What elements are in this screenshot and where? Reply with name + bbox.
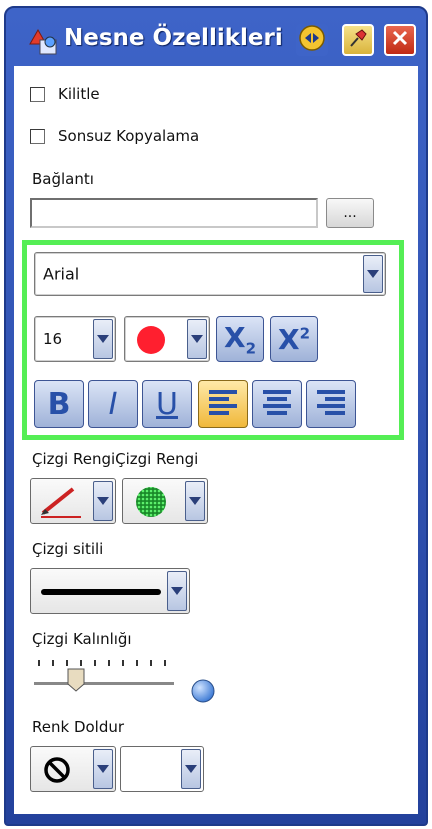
- font-value: Arial: [43, 264, 80, 284]
- subscript-icon: X2: [224, 321, 256, 358]
- window-title: Nesne Özellikleri: [64, 25, 283, 51]
- solid-line-icon: [41, 589, 161, 595]
- text-color-dropdown-button[interactable]: [187, 319, 207, 359]
- subscript-index: 2: [245, 339, 257, 358]
- superscript-index: 2: [299, 324, 311, 343]
- italic-button[interactable]: I: [88, 380, 138, 428]
- chevron-down-icon: [185, 765, 197, 773]
- chevron-down-icon: [97, 765, 109, 773]
- fill-label: Renk Doldur: [32, 718, 125, 736]
- properties-panel: Kilitle Sonsuz Kopyalama Bağlantı ... Ar…: [14, 66, 418, 814]
- no-fill-icon: [41, 755, 73, 789]
- font-size-value: 16: [43, 330, 63, 348]
- pen-color-dropdown-button[interactable]: [93, 481, 113, 521]
- superscript-icon: X2: [278, 323, 310, 356]
- dotted-circle-icon: [133, 485, 169, 523]
- line-style-combo[interactable]: [30, 568, 190, 614]
- superscript-button[interactable]: X2: [270, 316, 318, 362]
- browse-button[interactable]: ...: [326, 198, 374, 228]
- chevron-down-icon: [191, 335, 203, 343]
- superscript-glyph: X: [277, 322, 300, 356]
- chevron-down-icon: [367, 270, 379, 278]
- align-left-button[interactable]: [198, 380, 248, 428]
- pen-icon: [37, 485, 87, 523]
- italic-icon: I: [108, 386, 118, 422]
- fill-color-dropdown-button[interactable]: [185, 481, 205, 521]
- chevron-down-icon: [171, 587, 183, 595]
- font-size-dropdown-button[interactable]: [93, 319, 113, 359]
- text-color-swatch-icon: [135, 325, 167, 359]
- browse-label: ...: [343, 205, 357, 221]
- text-color-combo[interactable]: [124, 316, 210, 362]
- subscript-button[interactable]: X2: [216, 316, 264, 362]
- line-color-label: Çizgi RengiÇizgi Rengi: [32, 450, 199, 468]
- fill-color-swatch-combo[interactable]: [120, 746, 204, 792]
- bold-icon: B: [47, 386, 71, 422]
- link-label: Bağlantı: [32, 170, 94, 188]
- fill-mode-dropdown-button[interactable]: [93, 749, 113, 789]
- properties-window: Nesne Özellikleri Kilitle Sonsuz Kopyala…: [4, 6, 428, 826]
- line-style-label: Çizgi sitili: [32, 540, 104, 558]
- dock-icon: [297, 23, 327, 57]
- underline-button[interactable]: U: [142, 380, 192, 428]
- align-center-button[interactable]: [252, 380, 302, 428]
- fill-color-combo[interactable]: [122, 478, 208, 524]
- chevron-down-icon: [97, 335, 109, 343]
- fill-mode-combo[interactable]: [30, 746, 116, 792]
- infinite-copy-label: Sonsuz Kopyalama: [58, 127, 200, 145]
- lock-checkbox[interactable]: [30, 87, 45, 102]
- close-icon: [389, 27, 411, 53]
- chevron-down-icon: [97, 497, 109, 505]
- dock-button[interactable]: [296, 24, 328, 56]
- link-input[interactable]: [30, 198, 318, 228]
- line-style-dropdown-button[interactable]: [167, 571, 187, 611]
- font-dropdown-button[interactable]: [363, 255, 383, 293]
- align-right-icon: [313, 385, 349, 423]
- line-width-label: Çizgi Kalınlığı: [32, 630, 132, 648]
- object-shapes-icon: [28, 28, 62, 58]
- infinite-copy-checkbox[interactable]: [30, 129, 45, 144]
- font-size-combo[interactable]: 16: [34, 316, 116, 362]
- pin-button[interactable]: [342, 24, 374, 56]
- underline-icon: U: [156, 386, 178, 422]
- title-bar[interactable]: Nesne Özellikleri: [6, 8, 426, 66]
- bold-button[interactable]: B: [34, 380, 84, 428]
- pen-color-combo[interactable]: [30, 478, 116, 524]
- line-width-preview-icon: [190, 678, 216, 708]
- pin-icon: [346, 26, 370, 54]
- subscript-glyph: X: [223, 320, 246, 354]
- line-width-slider[interactable]: [32, 658, 180, 698]
- align-left-icon: [205, 385, 241, 423]
- fill-swatch-dropdown-button[interactable]: [181, 749, 201, 789]
- font-combo[interactable]: Arial: [34, 252, 386, 296]
- close-button[interactable]: [384, 24, 416, 56]
- slider-thumb[interactable]: [67, 668, 85, 692]
- align-center-icon: [259, 385, 295, 423]
- lock-label: Kilitle: [58, 85, 100, 103]
- chevron-down-icon: [189, 497, 201, 505]
- align-right-button[interactable]: [306, 380, 356, 428]
